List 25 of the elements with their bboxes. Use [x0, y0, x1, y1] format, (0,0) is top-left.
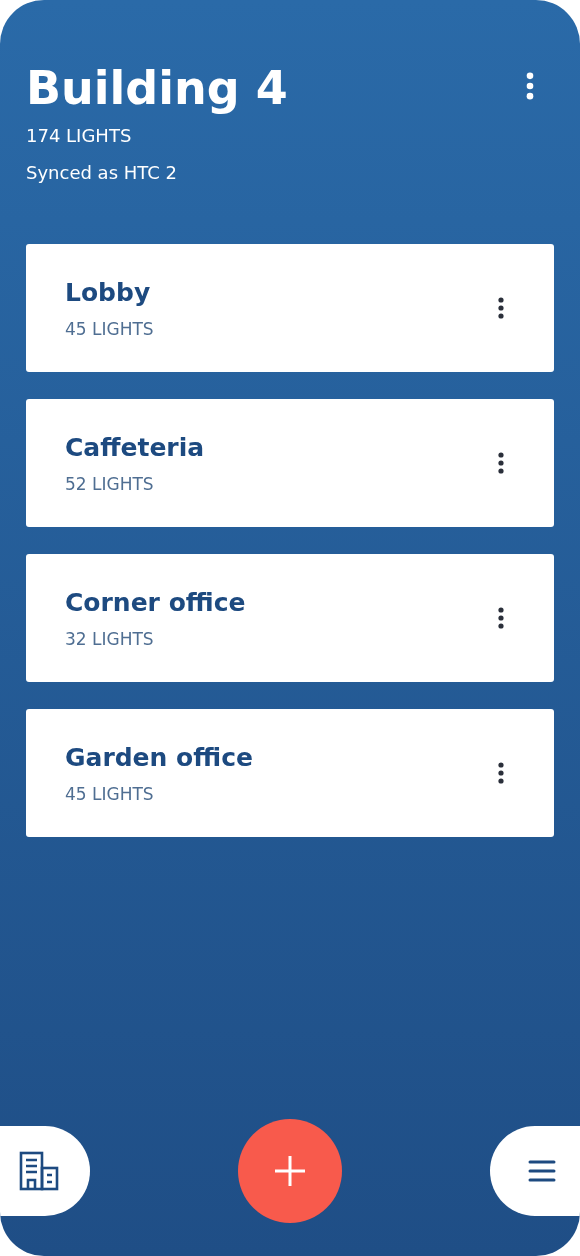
- room-card[interactable]: Lobby 45 LIGHTS: [26, 244, 554, 372]
- room-card[interactable]: Caffeteria 52 LIGHTS: [26, 399, 554, 527]
- room-card[interactable]: Garden office 45 LIGHTS: [26, 709, 554, 837]
- more-icon[interactable]: [498, 452, 504, 474]
- room-name: Lobby: [65, 276, 152, 309]
- building-title: Building 4: [26, 60, 288, 116]
- building-icon: [19, 1151, 59, 1191]
- room-light-count: 45 LIGHTS: [65, 318, 154, 341]
- light-count: 174 LIGHTS: [26, 124, 133, 148]
- menu-button[interactable]: [490, 1126, 580, 1216]
- more-icon[interactable]: [498, 297, 504, 319]
- buildings-tab[interactable]: [0, 1126, 90, 1216]
- room-card[interactable]: Corner office 32 LIGHTS: [26, 554, 554, 682]
- more-icon[interactable]: [498, 762, 504, 784]
- more-icon[interactable]: [498, 607, 504, 629]
- room-name: Garden office: [65, 741, 253, 774]
- room-light-count: 52 LIGHTS: [65, 473, 155, 496]
- room-light-count: 45 LIGHTS: [65, 783, 155, 806]
- room-name: Caffeteria: [65, 431, 205, 464]
- more-icon[interactable]: [526, 72, 534, 100]
- room-light-count: 32 LIGHTS: [65, 628, 155, 651]
- sync-status: Synced as HTC 2: [26, 161, 178, 185]
- menu-icon: [528, 1160, 556, 1182]
- room-name: Corner office: [65, 586, 246, 619]
- plus-icon: [275, 1156, 305, 1186]
